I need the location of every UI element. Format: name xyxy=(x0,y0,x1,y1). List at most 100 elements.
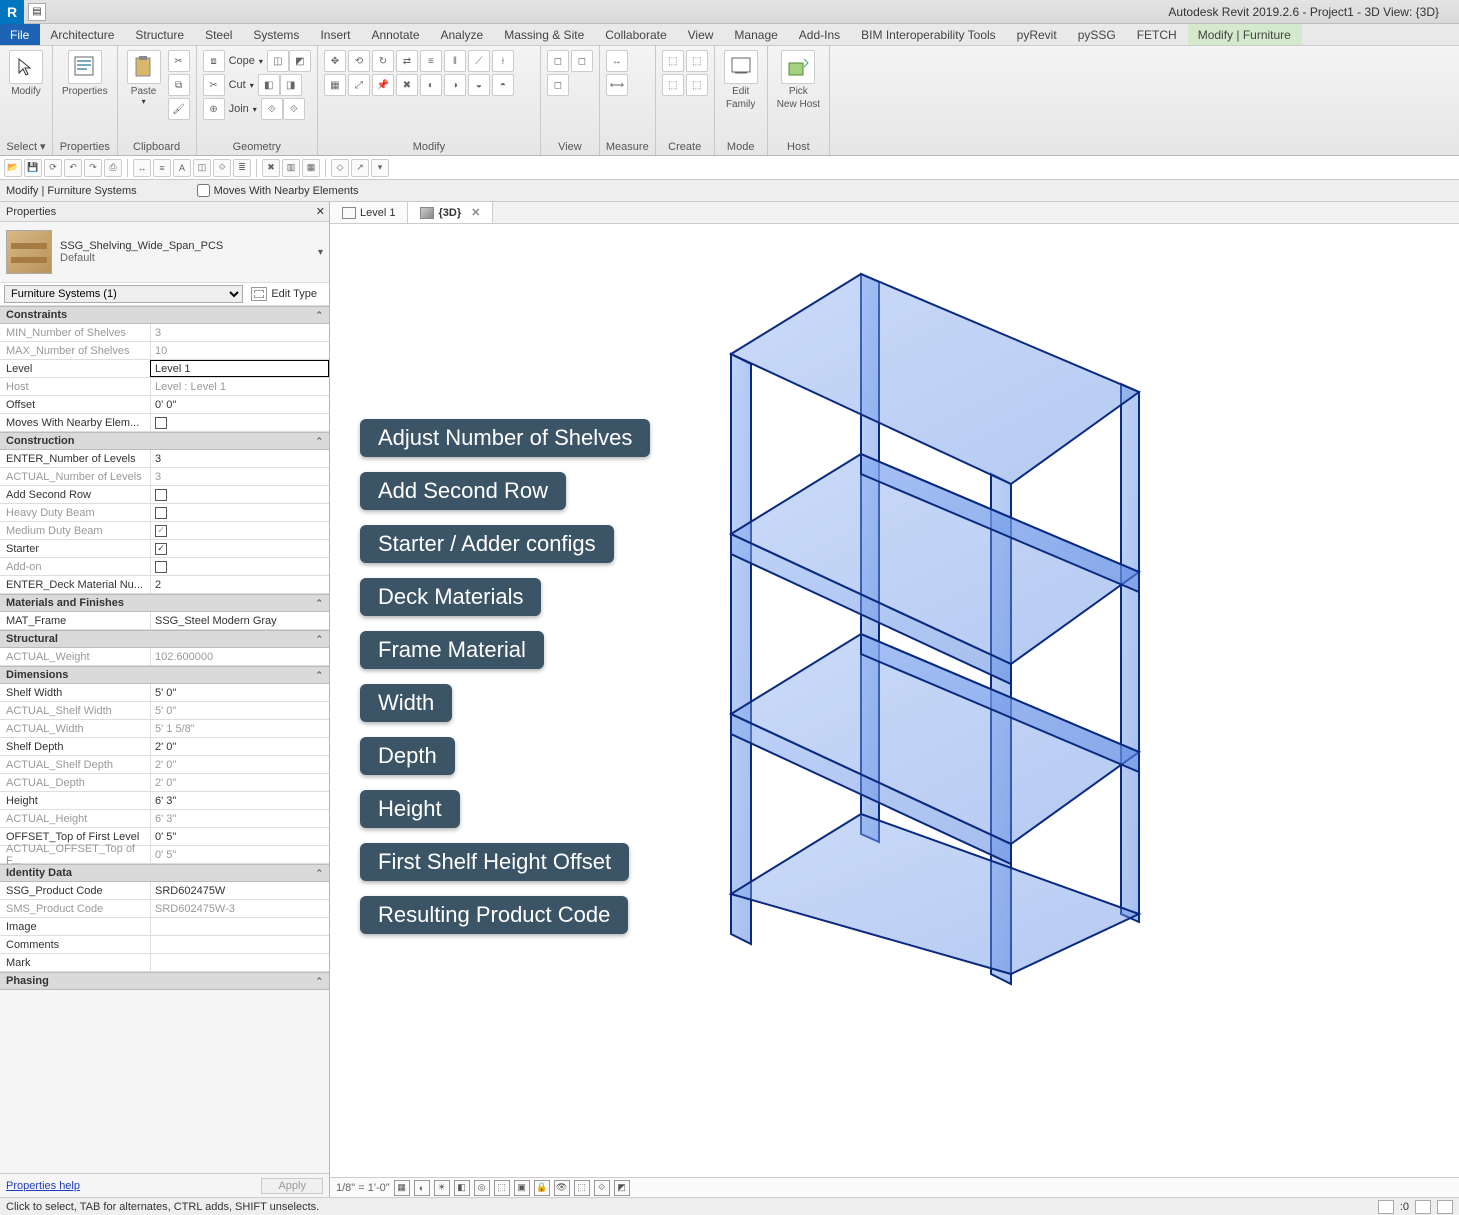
crop-icon[interactable]: ⬚ xyxy=(494,1180,510,1196)
param-row-constraints-5[interactable]: Moves With Nearby Elem... xyxy=(0,414,329,432)
align-icon[interactable]: ≡ xyxy=(420,50,442,72)
param-row-identity-0[interactable]: SSG_Product CodeSRD602475W xyxy=(0,882,329,900)
lock-icon[interactable]: 🔒 xyxy=(534,1180,550,1196)
delete-icon[interactable]: ✖ xyxy=(396,74,418,96)
param-value[interactable]: 10 xyxy=(150,342,329,359)
qs-measure-icon[interactable]: ↔ xyxy=(133,159,151,177)
menu-modify-furniture[interactable]: Modify | Furniture xyxy=(1188,24,1302,45)
param-value[interactable]: 2' 0" xyxy=(150,774,329,791)
view-ic3[interactable]: ◻ xyxy=(547,74,569,96)
param-row-dimensions-5[interactable]: ACTUAL_Depth2' 0" xyxy=(0,774,329,792)
join-label[interactable]: Join xyxy=(225,98,253,120)
group-identity[interactable]: Identity Data⌃ xyxy=(0,864,329,882)
param-value[interactable]: SRD602475W xyxy=(150,882,329,899)
param-row-constraints-4[interactable]: Offset0' 0" xyxy=(0,396,329,414)
detail-level-icon[interactable]: ▦ xyxy=(394,1180,410,1196)
sb-worksharing-icon[interactable] xyxy=(1378,1200,1394,1214)
menu-view[interactable]: View xyxy=(678,24,725,45)
param-row-dimensions-4[interactable]: ACTUAL_Shelf Depth2' 0" xyxy=(0,756,329,774)
param-row-dimensions-2[interactable]: ACTUAL_Width5' 1 5/8" xyxy=(0,720,329,738)
group-structural[interactable]: Structural⌃ xyxy=(0,630,329,648)
menu-annotate[interactable]: Annotate xyxy=(361,24,430,45)
join-icon[interactable]: ⊕ xyxy=(203,98,225,120)
menu-pyssg[interactable]: pySSG xyxy=(1068,24,1127,45)
group-materials[interactable]: Materials and Finishes⌃ xyxy=(0,594,329,612)
menu-insert[interactable]: Insert xyxy=(310,24,361,45)
menu-file[interactable]: File xyxy=(0,24,40,45)
param-row-construction-5[interactable]: Starter✓ xyxy=(0,540,329,558)
param-row-construction-4[interactable]: Medium Duty Beam✓ xyxy=(0,522,329,540)
sb-editable-icon[interactable] xyxy=(1437,1200,1453,1214)
properties-help-link[interactable]: Properties help xyxy=(6,1180,80,1192)
render-icon[interactable]: ◎ xyxy=(474,1180,490,1196)
qs-undo-icon[interactable]: ↶ xyxy=(64,159,82,177)
param-value[interactable] xyxy=(150,504,329,521)
param-value[interactable]: 3 xyxy=(150,324,329,341)
checkbox-icon[interactable] xyxy=(155,417,167,429)
checkbox-icon[interactable] xyxy=(155,561,167,573)
mirror-icon[interactable]: ⇄ xyxy=(396,50,418,72)
edit-type-button[interactable]: Edit Type xyxy=(243,287,325,301)
param-value[interactable] xyxy=(150,486,329,503)
param-row-materials-0[interactable]: MAT_FrameSSG_Steel Modern Gray xyxy=(0,612,329,630)
param-value[interactable] xyxy=(150,414,329,431)
param-value[interactable]: ✓ xyxy=(150,540,329,557)
qs-sync-icon[interactable]: ⟳ xyxy=(44,159,62,177)
param-row-identity-1[interactable]: SMS_Product CodeSRD602475W-3 xyxy=(0,900,329,918)
cut-geom-icon[interactable]: ✂ xyxy=(203,74,225,96)
copy-icon[interactable]: ⧉ xyxy=(168,74,190,96)
param-row-construction-1[interactable]: ACTUAL_Number of Levels3 xyxy=(0,468,329,486)
mod-d-icon[interactable]: ◓ xyxy=(492,74,514,96)
properties-close-icon[interactable]: ✕ xyxy=(316,205,325,218)
modify-button[interactable]: Modify xyxy=(9,50,43,97)
param-row-identity-3[interactable]: Comments xyxy=(0,936,329,954)
geom-y2-icon[interactable]: ◨ xyxy=(280,74,302,96)
temp-hide-icon[interactable]: 👁 xyxy=(554,1180,570,1196)
param-scroll[interactable]: Constraints⌃ MIN_Number of Shelves3MAX_N… xyxy=(0,306,329,1173)
param-value[interactable]: 3 xyxy=(150,450,329,467)
menu-bim-interop[interactable]: BIM Interoperability Tools xyxy=(851,24,1007,45)
visual-style-icon[interactable]: ◐ xyxy=(414,1180,430,1196)
moves-checkbox[interactable] xyxy=(197,184,210,197)
view-tab-level1[interactable]: Level 1 xyxy=(330,202,408,223)
shadows-icon[interactable]: ◧ xyxy=(454,1180,470,1196)
qs-save-icon[interactable]: 💾 xyxy=(24,159,42,177)
param-row-dimensions-7[interactable]: ACTUAL_Height6' 3" xyxy=(0,810,329,828)
param-value[interactable]: 5' 0" xyxy=(150,702,329,719)
menu-fetch[interactable]: FETCH xyxy=(1127,24,1188,45)
menu-collaborate[interactable]: Collaborate xyxy=(595,24,677,45)
view-tab-3d[interactable]: {3D} ✕ xyxy=(408,202,493,223)
param-value[interactable]: 3 xyxy=(150,468,329,485)
properties-button[interactable]: Properties xyxy=(62,50,108,97)
param-value[interactable] xyxy=(150,954,329,971)
menu-architecture[interactable]: Architecture xyxy=(40,24,125,45)
offset-icon[interactable]: ‖ xyxy=(444,50,466,72)
create-ic4[interactable]: ⬚ xyxy=(686,74,708,96)
param-value[interactable]: ✓ xyxy=(150,522,329,539)
create-ic3[interactable]: ⬚ xyxy=(662,74,684,96)
geom-z2-icon[interactable]: ⟐ xyxy=(283,98,305,120)
qs-switch-icon[interactable]: ▥ xyxy=(282,159,300,177)
crop-region-icon[interactable]: ▣ xyxy=(514,1180,530,1196)
qs-c-icon[interactable]: ▾ xyxy=(371,159,389,177)
qs-b-icon[interactable]: ↗ xyxy=(351,159,369,177)
qa-home-icon[interactable]: ▤ xyxy=(28,3,46,21)
param-value[interactable] xyxy=(150,558,329,575)
param-row-construction-0[interactable]: ENTER_Number of Levels3 xyxy=(0,450,329,468)
apply-button[interactable]: Apply xyxy=(261,1178,323,1194)
cut-icon[interactable]: ✂ xyxy=(168,50,190,72)
menu-analyze[interactable]: Analyze xyxy=(431,24,495,45)
param-row-dimensions-9[interactable]: ACTUAL_OFFSET_Top of F...0' 5" xyxy=(0,846,329,864)
param-value[interactable]: Level : Level 1 xyxy=(150,378,329,395)
group-construction[interactable]: Construction⌃ xyxy=(0,432,329,450)
mod-c-icon[interactable]: ◒ xyxy=(468,74,490,96)
instance-filter-select[interactable]: Furniture Systems (1) xyxy=(4,285,243,303)
split-icon[interactable]: ⟊ xyxy=(492,50,514,72)
param-row-construction-3[interactable]: Heavy Duty Beam xyxy=(0,504,329,522)
group-dimensions[interactable]: Dimensions⌃ xyxy=(0,666,329,684)
menu-addins[interactable]: Add-Ins xyxy=(789,24,851,45)
group-constraints[interactable]: Constraints⌃ xyxy=(0,306,329,324)
cut-label[interactable]: Cut xyxy=(225,74,250,96)
checkbox-icon[interactable] xyxy=(155,489,167,501)
tab-close-icon[interactable]: ✕ xyxy=(471,206,480,219)
